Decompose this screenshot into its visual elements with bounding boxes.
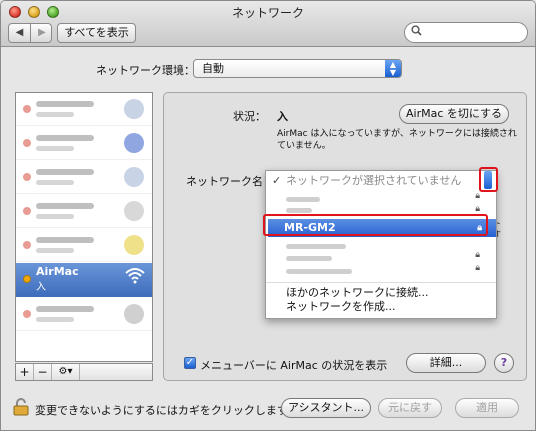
status-dot-icon	[23, 173, 31, 181]
menu-item-label: ネットワークが選択されていません	[286, 174, 462, 187]
blurred-name	[36, 101, 94, 107]
highlight-box-network	[263, 214, 488, 236]
search-field[interactable]	[404, 22, 528, 43]
network-preferences-window: ネットワーク ◀ ▶ すべてを表示 ネットワーク環境： 自動 ▲ ▼ AirMa…	[0, 0, 536, 431]
blurred-name	[36, 169, 94, 175]
firewire-icon	[124, 235, 144, 255]
lock-icon: 🔒︎	[475, 250, 480, 260]
blurred-name	[36, 203, 94, 209]
apply-button[interactable]: 適用	[455, 398, 519, 418]
status-dot-icon	[23, 105, 31, 113]
assistant-button[interactable]: アシスタント...	[281, 398, 371, 418]
bluetooth-icon	[124, 133, 144, 153]
service-item[interactable]	[16, 161, 152, 194]
service-icon	[124, 99, 144, 119]
status-dot-icon	[23, 207, 31, 215]
service-icon	[124, 167, 144, 187]
blurred-name	[36, 237, 94, 243]
add-service-button[interactable]: +	[16, 364, 34, 380]
menubar-status-label: メニューバーに AirMac の状況を表示	[200, 359, 388, 372]
status-label: 状況：	[233, 110, 266, 123]
nav-buttons: ◀ ▶	[8, 23, 52, 43]
blurred-network[interactable]	[286, 208, 312, 213]
checkmark-icon: ✓	[272, 174, 282, 187]
status-value: 入	[277, 110, 288, 123]
status-dot-icon	[23, 310, 31, 318]
service-item-airmac[interactable]: AirMac 入	[16, 263, 152, 297]
blurred-status	[36, 180, 74, 185]
blurred-status	[36, 146, 74, 151]
blurred-status	[36, 248, 74, 253]
service-status: 入	[36, 282, 46, 293]
turn-airmac-off-button[interactable]: AirMac を切にする	[399, 104, 509, 124]
status-dot-icon	[23, 275, 31, 283]
service-item[interactable]	[16, 298, 152, 331]
blurred-network[interactable]	[286, 197, 320, 202]
advanced-button[interactable]: 詳細...	[406, 353, 486, 373]
lock-icon: 🔒︎	[475, 204, 480, 214]
back-button[interactable]: ◀	[9, 24, 31, 42]
service-name: AirMac	[36, 265, 79, 278]
revert-button[interactable]: 元に戻す	[378, 398, 442, 418]
service-icon	[124, 304, 144, 324]
status-dot-icon	[23, 139, 31, 147]
status-dot-icon	[23, 241, 31, 249]
lock-hint-text: 変更できないようにするにはカギをクリックします。	[35, 404, 298, 417]
network-name-label: ネットワーク名：	[186, 175, 274, 188]
location-select[interactable]: 自動 ▲ ▼	[193, 59, 402, 78]
service-list[interactable]: AirMac 入	[15, 92, 153, 362]
network-name-dropdown[interactable]: ✓ ネットワークが選択されていません 🔒︎ 🔒︎ MR-GM2 🔒︎ 🔒︎ 🔒︎…	[265, 170, 497, 319]
blurred-network[interactable]	[286, 269, 352, 274]
action-menu-button[interactable]: ⚙︎▾	[52, 364, 80, 380]
search-icon	[411, 25, 422, 39]
blurred-name	[36, 135, 94, 141]
remove-service-button[interactable]: −	[34, 364, 52, 380]
menubar-status-checkbox[interactable]: ✓	[184, 357, 196, 369]
blurred-name	[36, 306, 94, 312]
show-all-button[interactable]: すべてを表示	[57, 23, 136, 43]
menu-item-none-selected[interactable]: ✓ ネットワークが選択されていません	[266, 173, 496, 189]
status-description-line2: ていません。	[277, 141, 331, 151]
ethernet-icon	[124, 201, 144, 221]
location-value: 自動	[202, 62, 224, 75]
window-title: ネットワーク	[231, 6, 304, 20]
service-item[interactable]	[16, 229, 152, 262]
menu-divider	[266, 282, 496, 283]
lock-icon[interactable]	[13, 398, 29, 416]
service-item[interactable]	[16, 127, 152, 160]
chevron-updown-icon: ▲ ▼	[385, 60, 401, 77]
service-item[interactable]	[16, 93, 152, 126]
titlebar: ネットワーク ◀ ▶ すべてを表示	[1, 1, 535, 47]
location-label: ネットワーク環境：	[96, 64, 195, 77]
help-button[interactable]: ?	[494, 353, 514, 373]
blurred-status	[36, 214, 74, 219]
service-item[interactable]	[16, 195, 152, 228]
service-list-toolbar: + − ⚙︎▾	[15, 363, 153, 381]
blurred-network[interactable]	[286, 244, 346, 249]
menu-item-create-network[interactable]: ネットワークを作成...	[266, 299, 496, 315]
wifi-icon	[124, 266, 146, 289]
lock-icon: 🔒︎	[475, 191, 480, 201]
forward-button[interactable]: ▶	[31, 24, 53, 42]
blurred-status	[36, 317, 74, 322]
lock-icon: 🔒︎	[475, 263, 480, 273]
highlight-box-arrow	[479, 167, 498, 192]
blurred-network[interactable]	[286, 256, 332, 261]
blurred-status	[36, 112, 74, 117]
